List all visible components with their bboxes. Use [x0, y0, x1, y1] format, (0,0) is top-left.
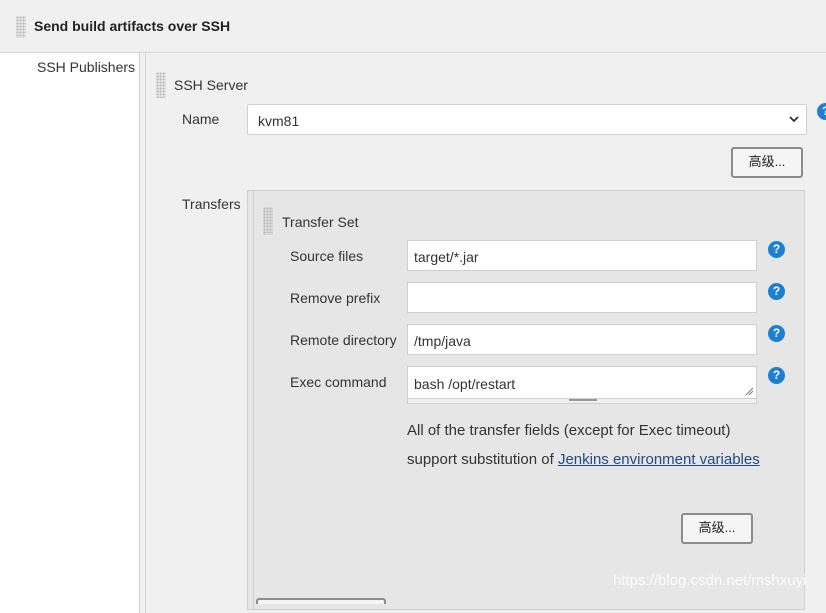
source-files-input[interactable]: target/*.jar [407, 240, 757, 271]
jenkins-env-vars-link[interactable]: Jenkins environment variables [558, 451, 760, 468]
exec-command-help-icon[interactable]: ? [768, 367, 785, 384]
exec-command-textarea[interactable]: bash /opt/restart [407, 366, 757, 399]
transfer-set-title: Transfer Set [282, 214, 359, 230]
transfer-divider [253, 190, 254, 610]
remove-prefix-input[interactable] [407, 282, 757, 313]
chevron-down-icon [789, 116, 799, 123]
remove-prefix-label: Remove prefix [290, 290, 381, 306]
add-transfer-button-edge[interactable] [256, 598, 386, 604]
transfer-advanced-button[interactable]: 高级... [681, 513, 753, 544]
ssh-server-title: SSH Server [174, 77, 248, 93]
name-label: Name [182, 111, 220, 127]
section-title: Send build artifacts over SSH [34, 18, 231, 34]
remove-prefix-help-icon[interactable]: ? [768, 283, 785, 300]
remote-directory-help-icon[interactable]: ? [768, 325, 785, 342]
server-advanced-button[interactable]: 高级... [731, 147, 803, 178]
drag-handle-icon[interactable] [16, 16, 26, 38]
watermark: https://blog.csdn.net/mshxuyi [613, 572, 807, 589]
resize-grip-icon[interactable] [745, 387, 754, 396]
expand-grip-icon [569, 399, 597, 401]
transfer-description: All of the transfer fields (except for E… [407, 416, 767, 474]
exec-command-label: Exec command [290, 374, 387, 390]
server-name-select[interactable]: kvm81 [247, 104, 807, 135]
server-name-value: kvm81 [258, 113, 300, 129]
source-files-value: target/*.jar [414, 249, 479, 265]
ssh-publishers-label: SSH Publishers [37, 59, 136, 75]
transfer-drag-handle-icon[interactable] [263, 207, 273, 235]
panel-divider [145, 53, 146, 613]
transfers-label: Transfers [182, 196, 241, 212]
source-files-help-icon[interactable]: ? [768, 241, 785, 258]
textarea-expand-handle[interactable] [407, 399, 757, 404]
remote-directory-value: /tmp/java [414, 333, 471, 349]
server-drag-handle-icon[interactable] [156, 72, 166, 98]
section-header: Send build artifacts over SSH [0, 0, 826, 53]
remote-directory-input[interactable]: /tmp/java [407, 324, 757, 355]
remote-directory-label: Remote directory [290, 332, 397, 348]
source-files-label: Source files [290, 248, 364, 264]
exec-command-value: bash /opt/restart [414, 376, 516, 392]
